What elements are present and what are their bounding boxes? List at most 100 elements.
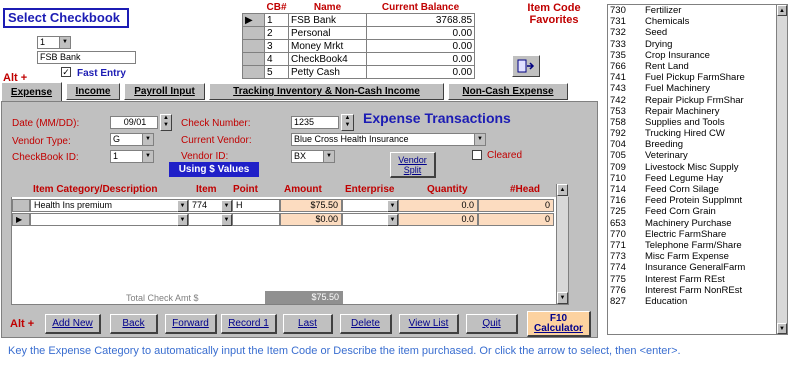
row-selector[interactable] [242, 65, 265, 79]
list-item[interactable]: 732 Seed [608, 27, 787, 38]
vendor-type-select[interactable]: G ▼ [110, 133, 154, 146]
chevron-down-icon[interactable]: ▼ [177, 200, 188, 212]
check-number-spinner[interactable]: ▲ ▼ [341, 114, 354, 131]
category-code: 730 [610, 5, 626, 16]
row-selector[interactable] [242, 39, 265, 53]
scroll-up-arrow-icon[interactable]: ▲ [557, 184, 568, 196]
list-item[interactable]: 774 Insurance GeneralFarm [608, 262, 787, 273]
vendor-split-button[interactable]: Vendor Split [390, 152, 436, 178]
amount-field[interactable]: $0.00 [280, 213, 342, 226]
point-field[interactable]: H [232, 199, 280, 212]
chevron-down-icon[interactable]: ▼ [387, 214, 398, 226]
list-item[interactable]: 771 Telephone Farm/Share [608, 240, 787, 251]
chevron-down-icon[interactable]: ▼ [142, 151, 153, 162]
list-item[interactable]: 735 Crop Insurance [608, 50, 787, 61]
row-selector[interactable] [242, 52, 265, 66]
chevron-down-icon[interactable]: ▼ [474, 134, 485, 145]
row-selector[interactable]: ▶ [242, 13, 265, 27]
list-item[interactable]: 766 Rent Land [608, 61, 787, 72]
quantity-field[interactable]: 0.0 [398, 213, 478, 226]
list-item[interactable]: 758 Supplies and Tools [608, 117, 787, 128]
category-code: 827 [610, 295, 626, 307]
list-item[interactable]: 731 Chemicals [608, 16, 787, 27]
list-item[interactable]: 653 Machinery Purchase [608, 218, 787, 229]
table-row[interactable]: 3 Money Mrkt 0.00 [242, 39, 476, 53]
scroll-down-arrow-icon[interactable]: ▼ [777, 323, 787, 334]
add-new-button[interactable]: Add New [45, 314, 101, 334]
quantity-field[interactable]: 0.0 [398, 199, 478, 212]
list-item[interactable]: 733 Drying [608, 39, 787, 50]
view-list-button[interactable]: View List [399, 314, 459, 334]
point-field[interactable] [232, 213, 280, 226]
chevron-down-icon[interactable]: ▼ [221, 200, 232, 212]
list-item[interactable]: 710 Feed Legume Hay [608, 173, 787, 184]
row-selector[interactable] [242, 26, 265, 40]
date-input[interactable]: 09/01 [110, 116, 158, 129]
back-button[interactable]: Back [110, 314, 158, 334]
list-item[interactable]: 776 Interest Farm NonREst [608, 285, 787, 296]
list-item[interactable]: 827 Education [608, 296, 787, 307]
scroll-down-arrow-icon[interactable]: ▼ [557, 292, 568, 304]
tab-expense[interactable]: Expense [1, 82, 62, 101]
item-category-list[interactable]: 730 Fertilizer 731 Chemicals 732 Seed 733 Dryin… [607, 4, 788, 335]
table-row[interactable]: 4 CheckBook4 0.00 [242, 52, 476, 66]
calculator-button[interactable]: F10 Calculator [527, 311, 591, 337]
scroll-up-arrow-icon[interactable]: ▲ [777, 5, 787, 16]
checkbook-id-select[interactable]: 1 ▼ [110, 150, 154, 163]
forward-button[interactable]: Forward [165, 314, 217, 334]
grid-scrollbar[interactable]: ▲ ▼ [556, 184, 568, 304]
tab-tracking-inventory[interactable]: Tracking Inventory & Non-Cash Income [209, 83, 444, 100]
list-item[interactable]: 716 Feed Protein Supplmnt [608, 195, 787, 206]
chevron-down-icon[interactable]: ▼ [59, 37, 70, 48]
chevron-down-icon[interactable]: ▼ [142, 134, 153, 145]
table-row[interactable]: 2 Personal 0.00 [242, 26, 476, 40]
item-description-field[interactable]: Health Ins premium [30, 199, 188, 212]
current-vendor-select[interactable]: Blue Cross Health Insurance ▼ [291, 133, 486, 146]
table-row[interactable]: 5 Petty Cash 0.00 [242, 65, 476, 79]
list-item[interactable]: 775 Interest Farm REst [608, 274, 787, 285]
tab-payroll-input[interactable]: Payroll Input [124, 83, 205, 100]
tab-income[interactable]: Income [66, 83, 120, 100]
amount-field[interactable]: $75.50 [280, 199, 342, 212]
check-number-input[interactable]: 1235 [291, 116, 339, 129]
chevron-down-icon[interactable]: ▼ [387, 200, 398, 212]
chevron-down-icon[interactable]: ▼ [323, 151, 334, 162]
list-item[interactable]: 792 Trucking Hired CW [608, 128, 787, 139]
list-item[interactable]: 770 Electric FarmShare [608, 229, 787, 240]
list-item[interactable]: 704 Breeding [608, 139, 787, 150]
cb-num: 5 [263, 65, 290, 79]
list-item[interactable]: 730 Fertilizer [608, 5, 787, 16]
list-item[interactable]: 705 Veterinary [608, 150, 787, 161]
last-button[interactable]: Last [283, 314, 333, 334]
chevron-down-icon[interactable]: ▼ [221, 214, 232, 226]
row-selector[interactable]: ▶ [12, 213, 30, 226]
list-item[interactable]: 753 Repair Machinery [608, 106, 787, 117]
vendor-id-select[interactable]: BX ▼ [291, 150, 335, 163]
list-item[interactable]: 773 Misc Farm Expense [608, 251, 787, 262]
list-item[interactable]: 709 Livestock Misc Supply [608, 162, 787, 173]
list-item[interactable]: 742 Repair Pickup FrmShar [608, 95, 787, 106]
list-item[interactable]: 714 Feed Corn Silage [608, 184, 787, 195]
checkbook-name-field[interactable]: FSB Bank [37, 51, 136, 64]
delete-button[interactable]: Delete [340, 314, 392, 334]
table-row[interactable]: ▶ 1 FSB Bank 3768.85 [242, 13, 476, 27]
record-button[interactable]: Record 1 [221, 314, 277, 334]
category-code: 771 [610, 239, 626, 251]
fast-entry-checkbox[interactable]: ✓ [61, 67, 71, 77]
item-description-field[interactable] [30, 213, 188, 226]
head-count-field[interactable]: 0 [478, 213, 554, 226]
vendor-id-value: BX [294, 151, 307, 161]
list-item[interactable]: 741 Fuel Pickup FarmShare [608, 72, 787, 83]
category-list-scrollbar[interactable]: ▲ ▼ [776, 5, 787, 334]
head-count-field[interactable]: 0 [478, 199, 554, 212]
favorites-button[interactable] [512, 55, 540, 77]
checkbook-number-select[interactable]: 1 ▼ [37, 36, 71, 49]
cleared-checkbox[interactable] [472, 150, 482, 160]
quit-button[interactable]: Quit [466, 314, 518, 334]
tab-non-cash-expense[interactable]: Non-Cash Expense [448, 83, 568, 100]
date-spinner[interactable]: ▲ ▼ [160, 114, 172, 131]
chevron-down-icon[interactable]: ▼ [177, 214, 188, 226]
row-selector[interactable] [12, 199, 30, 212]
list-item[interactable]: 725 Feed Corn Grain [608, 206, 787, 217]
list-item[interactable]: 743 Fuel Machinery [608, 83, 787, 94]
